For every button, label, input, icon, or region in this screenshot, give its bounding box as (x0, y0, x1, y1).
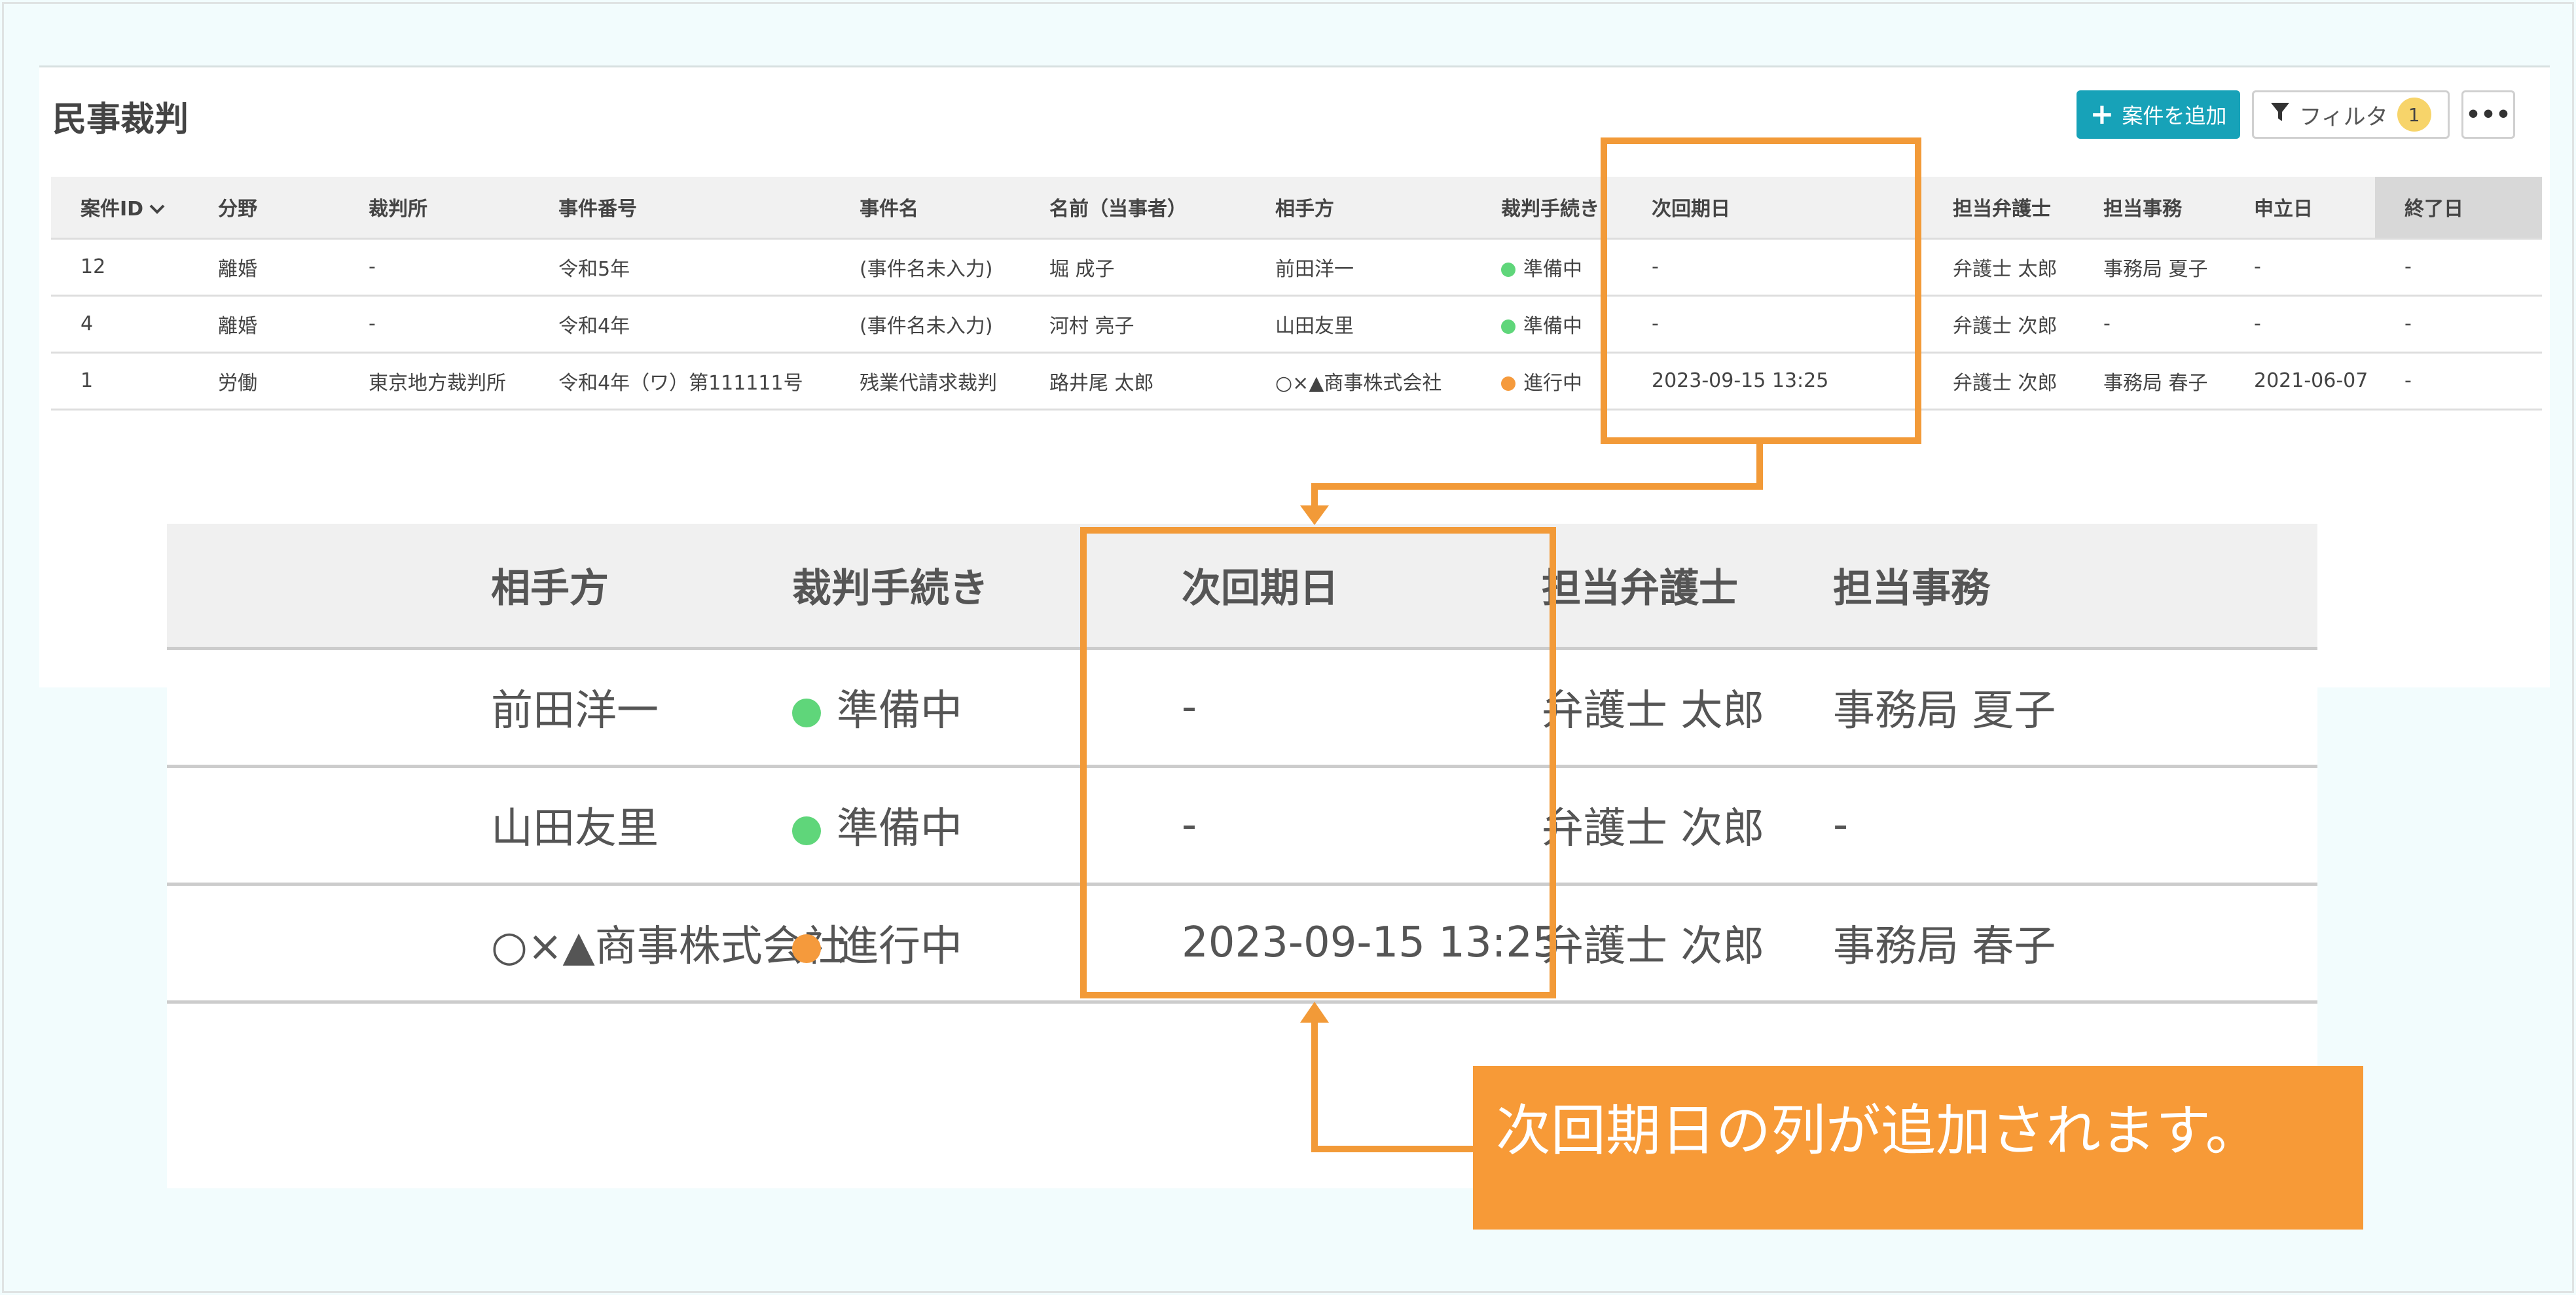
status-dot-icon (792, 699, 821, 727)
cell-field: 労働 (189, 352, 339, 410)
callout-note: 次回期日の列が追加されます。 (1473, 1066, 2363, 1230)
cell-opponent: 山田友里 (1246, 295, 1472, 354)
column-header-opponent[interactable]: 相手方 (1246, 177, 1472, 240)
zoomed-cell-lawyer: 弁護士 次郎 (1542, 884, 1833, 1004)
zoomed-cell-opponent: ○×▲商事株式会社 (491, 884, 846, 1004)
status-label: 進行中 (837, 922, 962, 971)
connector-line (1311, 1146, 1475, 1152)
column-header-lawyer[interactable]: 担当弁護士 (1923, 177, 2074, 240)
highlight-box-large (1080, 527, 1556, 998)
status-label: 進行中 (1523, 371, 1582, 395)
zoomed-cell-staff: - (1833, 766, 2317, 886)
spacer-cell (167, 766, 491, 886)
cell-court: 東京地方裁判所 (339, 352, 529, 410)
cell-procedure: 進行中 (1472, 352, 1622, 410)
cell-end-date: - (2375, 352, 2542, 410)
column-header-staff[interactable]: 担当事務 (2074, 177, 2224, 240)
cell-court: - (339, 295, 529, 354)
column-header-procedure[interactable]: 裁判手続き (1472, 177, 1622, 240)
add-case-label: 案件を追加 (2122, 103, 2227, 128)
column-header-end-date[interactable]: 終了日 (2375, 177, 2542, 240)
cell-case-id[interactable]: 1 (51, 352, 189, 410)
cell-procedure: 準備中 (1472, 238, 1622, 297)
status-label: 準備中 (1523, 314, 1582, 338)
status-dot-icon (792, 934, 821, 963)
column-header-court[interactable]: 裁判所 (339, 177, 529, 240)
arrow-down-icon (1300, 505, 1329, 525)
column-header-case-id[interactable]: 案件ID (51, 177, 189, 240)
cell-case-name: (事件名未入力) (830, 238, 1020, 297)
status-label: 準備中 (837, 687, 962, 735)
cell-court: - (339, 238, 529, 297)
cell-party-name[interactable]: 堀 成子 (1020, 238, 1246, 297)
cell-staff: 事務局 夏子 (2074, 238, 2224, 297)
filter-count-badge: 1 (2397, 98, 2431, 132)
cell-party-name[interactable]: 路井尾 太郎 (1020, 352, 1246, 410)
cell-case-name: (事件名未入力) (830, 295, 1020, 354)
status-dot-icon (1501, 376, 1515, 391)
zoomed-cell-staff: 事務局 夏子 (1833, 648, 2317, 768)
cell-lawyer: 弁護士 次郎 (1923, 352, 2074, 410)
chevron-down-icon (143, 198, 166, 221)
zoomed-cell-lawyer: 弁護士 太郎 (1542, 648, 1833, 768)
highlight-box-small (1601, 137, 1921, 444)
cell-end-date: - (2375, 238, 2542, 297)
zoomed-cell-staff: 事務局 春子 (1833, 884, 2317, 1004)
spacer-cell (167, 884, 491, 1004)
cell-filed-date: 2021-06-07 (2224, 352, 2375, 410)
cell-party-name[interactable]: 河村 亮子 (1020, 295, 1246, 354)
status-dot-icon (1501, 262, 1515, 277)
spacer-cell (167, 648, 491, 768)
column-header-field[interactable]: 分野 (189, 177, 339, 240)
cell-opponent: ○×▲商事株式会社 (1246, 352, 1472, 410)
column-header-case-number[interactable]: 事件番号 (529, 177, 830, 240)
cell-staff: 事務局 春子 (2074, 352, 2224, 410)
cell-case-id[interactable]: 4 (51, 295, 189, 354)
cell-case-id[interactable]: 12 (51, 238, 189, 297)
connector-line (1311, 483, 1763, 490)
page-title: 民事裁判 (52, 100, 189, 139)
table-row[interactable]: 1 労働 東京地方裁判所 令和4年（ワ）第111111号 残業代請求裁判 路井尾 太郎 ○×… (51, 352, 2542, 410)
column-header-party-name[interactable]: 名前（当事者） (1020, 177, 1246, 240)
cell-case-number: 令和4年 (529, 295, 830, 354)
cell-case-name: 残業代請求裁判 (830, 352, 1020, 410)
table-row[interactable]: 12 離婚 - 令和5年 (事件名未入力) 堀 成子 前田洋一 準備中 - 弁護士 太郎 事務局 夏… (51, 238, 2542, 297)
status-dot-icon (1501, 319, 1515, 334)
cell-case-number: 令和4年（ワ）第111111号 (529, 352, 830, 410)
arrow-up-icon (1300, 1002, 1329, 1023)
cell-end-date: - (2375, 295, 2542, 354)
filter-label: フィルタ (2299, 103, 2388, 130)
zoomed-header-staff: 担当事務 (1833, 524, 2317, 650)
case-table: 案件ID 分野 裁判所 事件番号 事件名 名前（当事者） 相手方 裁判手続き 次回期日 担当弁護士… (51, 177, 2542, 410)
table-row[interactable]: 4 離婚 - 令和4年 (事件名未入力) 河村 亮子 山田友里 準備中 - 弁護士 次郎 - - - (51, 295, 2542, 354)
cell-staff: - (2074, 295, 2224, 354)
zoomed-header-opponent: 相手方 (491, 524, 792, 650)
status-label: 準備中 (1523, 257, 1582, 281)
filter-icon (2270, 101, 2290, 128)
cell-opponent: 前田洋一 (1246, 238, 1472, 297)
add-case-button[interactable]: + 案件を追加 (2077, 90, 2240, 139)
zoomed-header-lawyer: 担当弁護士 (1542, 524, 1833, 650)
plus-icon: + (2090, 98, 2114, 131)
connector-line (1311, 1021, 1318, 1152)
cell-procedure: 準備中 (1472, 295, 1622, 354)
column-header-filed-date[interactable]: 申立日 (2224, 177, 2375, 240)
cell-case-number: 令和5年 (529, 238, 830, 297)
cell-field: 離婚 (189, 238, 339, 297)
cell-filed-date: - (2224, 238, 2375, 297)
cell-field: 離婚 (189, 295, 339, 354)
zoomed-cell-lawyer: 弁護士 次郎 (1542, 766, 1833, 886)
more-options-button[interactable]: ••• (2461, 90, 2515, 139)
zoomed-cell-opponent: 山田友里 (491, 766, 792, 886)
cell-filed-date: - (2224, 295, 2375, 354)
cell-lawyer: 弁護士 太郎 (1923, 238, 2074, 297)
column-header-case-name[interactable]: 事件名 (830, 177, 1020, 240)
status-label: 準備中 (837, 805, 962, 853)
cell-lawyer: 弁護士 次郎 (1923, 295, 2074, 354)
spacer-cell (167, 524, 491, 650)
filter-button[interactable]: フィルタ 1 (2252, 90, 2450, 139)
status-dot-icon (792, 816, 821, 845)
table-header-row: 案件ID 分野 裁判所 事件番号 事件名 名前（当事者） 相手方 裁判手続き 次回期日 担当弁護士… (51, 177, 2542, 240)
zoomed-cell-opponent: 前田洋一 (491, 648, 792, 768)
